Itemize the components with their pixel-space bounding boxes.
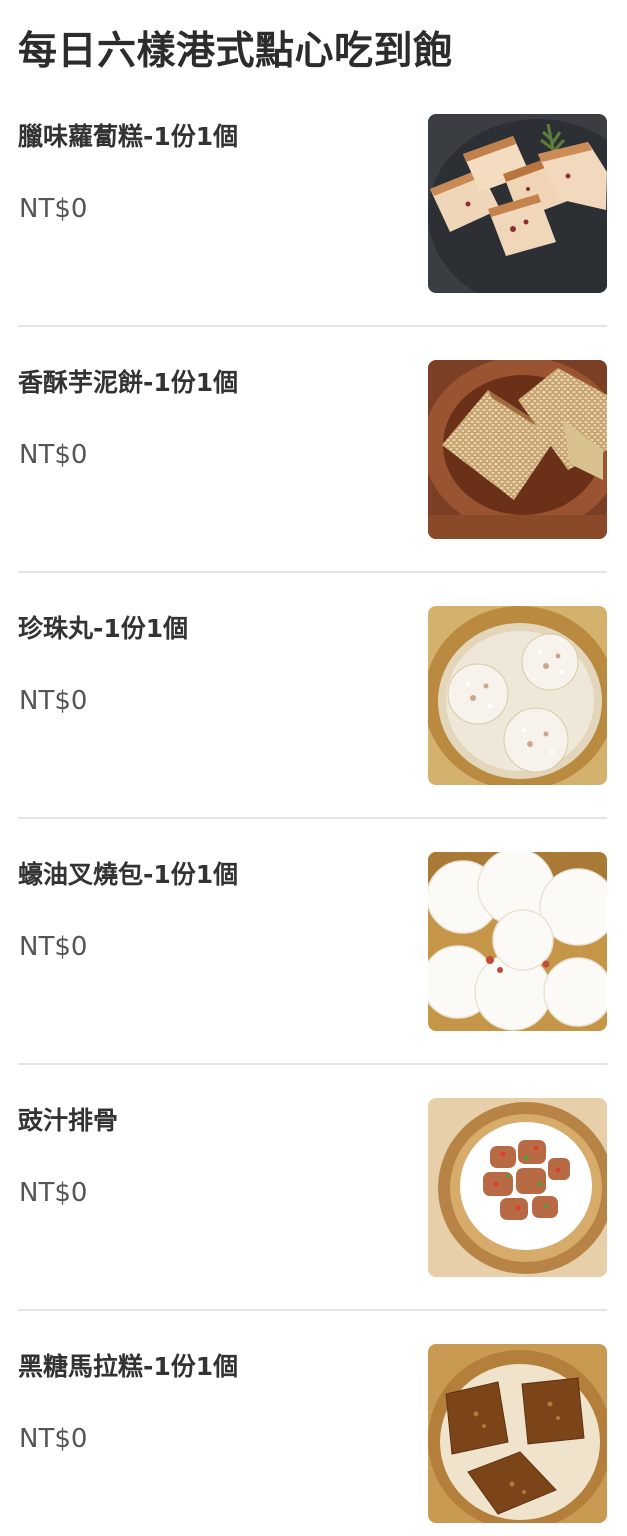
menu-item[interactable]: 珍珠丸-1份1個 NT$0 <box>18 598 607 819</box>
menu-item[interactable]: 蠔油叉燒包-1份1個 NT$0 <box>18 844 607 1065</box>
divider <box>18 325 607 327</box>
section-title: 每日六樣港式點心吃到飽 <box>18 29 453 74</box>
item-name: 蠔油叉燒包-1份1個 <box>18 860 239 889</box>
item-price: NT$0 <box>19 932 88 962</box>
item-price: NT$0 <box>19 686 88 716</box>
item-name: 珍珠丸-1份1個 <box>18 614 189 643</box>
char-siu-bao-photo <box>428 852 607 1031</box>
menu-item[interactable]: 臘味蘿蔔糕-1份1個 NT$0 <box>18 106 607 327</box>
steamed-spare-ribs-photo <box>428 1098 607 1277</box>
menu-page: 每日六樣港式點心吃到飽 臘味蘿蔔糕-1份1個 NT$0 香酥芋泥餅-1份1個 N… <box>0 0 627 1536</box>
item-price: NT$0 <box>19 1178 88 1208</box>
item-price: NT$0 <box>19 440 88 470</box>
taro-cake-photo <box>428 360 607 539</box>
divider <box>18 1063 607 1065</box>
divider <box>18 817 607 819</box>
divider <box>18 571 607 573</box>
menu-item[interactable]: 香酥芋泥餅-1份1個 NT$0 <box>18 352 607 573</box>
turnip-cake-photo <box>428 114 607 293</box>
item-name: 豉汁排骨 <box>18 1106 119 1135</box>
pearl-balls-photo <box>428 606 607 785</box>
item-name: 黑糖馬拉糕-1份1個 <box>18 1352 239 1381</box>
menu-item[interactable]: 黑糖馬拉糕-1份1個 NT$0 <box>18 1336 607 1536</box>
brown-sugar-cake-photo <box>428 1344 607 1523</box>
item-price: NT$0 <box>19 194 88 224</box>
item-name: 香酥芋泥餅-1份1個 <box>18 368 239 397</box>
item-name: 臘味蘿蔔糕-1份1個 <box>18 122 239 151</box>
item-price: NT$0 <box>19 1424 88 1454</box>
divider <box>18 1309 607 1311</box>
menu-item[interactable]: 豉汁排骨 NT$0 <box>18 1090 607 1311</box>
